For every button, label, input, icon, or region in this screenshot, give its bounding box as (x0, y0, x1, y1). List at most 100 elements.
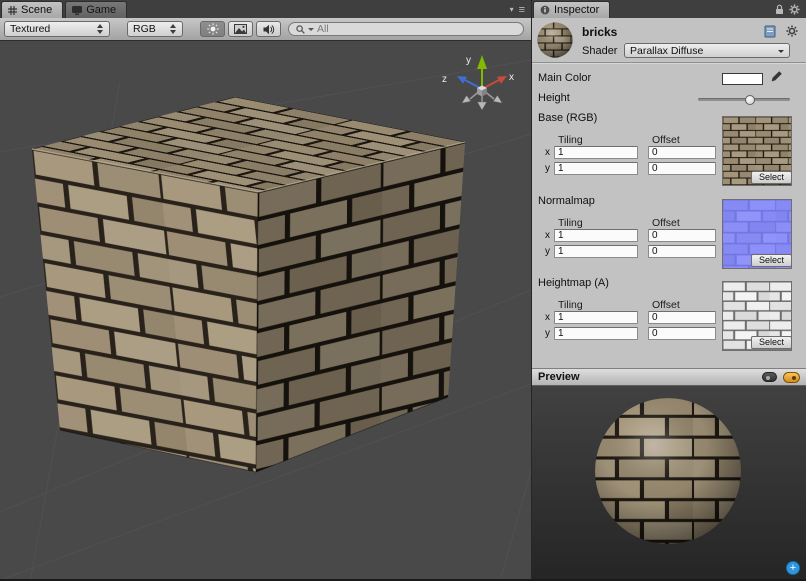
shader-label: Shader (582, 45, 617, 57)
pane-dropdown-icon[interactable]: ▾ (510, 6, 514, 14)
shader-dropdown[interactable]: Parallax Diffuse (624, 43, 790, 58)
main-color-swatch[interactable] (722, 73, 763, 85)
tab-inspector[interactable]: Inspector (533, 1, 610, 18)
map-section-normalmap: Normalmap Tiling Offset x y Select (532, 195, 806, 275)
axis-label: x (545, 230, 550, 241)
help-book-icon[interactable] (764, 25, 776, 38)
gizmo-y-label: y (466, 55, 471, 66)
tab-scene[interactable]: Scene (1, 1, 63, 18)
pane-menu-icon[interactable]: ≡ (519, 5, 525, 15)
height-slider-thumb[interactable] (745, 95, 755, 105)
gizmo-neg-axis-cone[interactable] (478, 102, 487, 110)
tab-scene-label: Scene (21, 4, 52, 16)
tab-game-label: Game (86, 4, 116, 16)
tab-game[interactable]: Game (65, 1, 127, 18)
main-color-label: Main Color (538, 72, 591, 84)
offset-header: Offset (652, 299, 680, 311)
heightmap-select-button[interactable]: Select (751, 336, 792, 349)
search-value: All (317, 23, 329, 35)
gear-icon[interactable] (789, 4, 800, 15)
offset-y-input[interactable] (648, 245, 716, 258)
height-label: Height (538, 92, 570, 104)
map-section-heightmap: Heightmap (A) Tiling Offset x y Select (532, 277, 806, 357)
tiling-y-input[interactable] (554, 327, 638, 340)
map-section-base: Base (RGB) Tiling Offset x y Select (532, 112, 806, 192)
brick-cube[interactable] (15, 93, 484, 495)
offset-x-input[interactable] (648, 229, 716, 242)
offset-x-input[interactable] (648, 311, 716, 324)
scene-fx-toggle[interactable] (228, 21, 253, 37)
offset-header: Offset (652, 217, 680, 229)
tiling-header: Tiling (558, 134, 583, 146)
material-name: bricks (582, 25, 617, 39)
height-slider[interactable] (698, 98, 790, 101)
scene-audio-toggle[interactable] (256, 21, 281, 37)
lock-icon[interactable] (775, 4, 784, 15)
tiling-header: Tiling (558, 217, 583, 229)
preview-header: Preview (532, 368, 806, 386)
shader-value: Parallax Diffuse (630, 45, 703, 57)
scene-toolbar: Textured RGB (0, 18, 531, 41)
preview-light-toggle[interactable] (783, 372, 800, 383)
axis-label: x (545, 312, 550, 323)
map-section-label: Base (RGB) (538, 112, 597, 124)
normalmap-select-button[interactable]: Select (751, 254, 792, 267)
scene-viewport[interactable]: y x z (0, 42, 531, 581)
tiling-x-input[interactable] (554, 229, 638, 242)
axis-label: y (545, 163, 550, 174)
base-select-button[interactable]: Select (751, 171, 792, 184)
scene-tabstrip: Scene Game ▾ ≡ (0, 0, 531, 18)
preview-title: Preview (538, 371, 580, 383)
game-icon (72, 6, 82, 15)
search-icon (296, 25, 305, 34)
color-mode-value: RGB (133, 23, 156, 35)
scene-search-field[interactable]: All (288, 22, 524, 36)
info-icon (540, 5, 550, 15)
tiling-header: Tiling (558, 299, 583, 311)
tab-inspector-label: Inspector (554, 4, 599, 16)
popup-arrows-icon (170, 24, 177, 34)
speaker-icon (263, 24, 275, 35)
tiling-y-input[interactable] (554, 245, 638, 258)
tiling-x-input[interactable] (554, 311, 638, 324)
scene-lighting-toggle[interactable] (200, 21, 225, 37)
offset-header: Offset (652, 134, 680, 146)
offset-y-input[interactable] (648, 327, 716, 340)
gizmo-x-label: x (509, 72, 514, 83)
chevron-down-icon (778, 50, 784, 56)
inspector-tabstrip: Inspector (532, 0, 806, 18)
tiling-y-input[interactable] (554, 162, 638, 175)
search-filter-arrow-icon (308, 28, 314, 34)
color-mode-dropdown[interactable]: RGB (127, 21, 183, 37)
grid-icon (8, 6, 17, 15)
image-icon (234, 24, 247, 34)
scene-gizmo[interactable]: y x z (442, 55, 514, 110)
gear-icon[interactable] (786, 25, 798, 37)
offset-y-input[interactable] (648, 162, 716, 175)
gizmo-y-cone[interactable] (477, 55, 487, 69)
axis-label: x (545, 147, 550, 158)
gizmo-neg-axis-cone[interactable] (462, 96, 471, 104)
preview-dark-toggle[interactable] (762, 372, 777, 382)
scene-pane: Scene Game ▾ ≡ Textured RGB (0, 0, 531, 581)
preview-sphere (593, 396, 743, 546)
inspector-pane: Inspector (532, 0, 806, 581)
map-section-label: Normalmap (538, 195, 595, 207)
draw-mode-value: Textured (10, 23, 50, 35)
eyedropper-icon[interactable] (769, 70, 783, 84)
map-section-label: Heightmap (A) (538, 277, 609, 289)
draw-mode-dropdown[interactable]: Textured (4, 21, 110, 37)
unity-editor-window: Scene Game ▾ ≡ Textured RGB (0, 0, 806, 581)
preview-area[interactable]: + (532, 386, 806, 581)
material-header: bricks Shader Parallax Diffuse (532, 18, 806, 63)
material-preview-sphere (537, 22, 573, 58)
axis-label: y (545, 246, 550, 257)
popup-arrows-icon (97, 24, 104, 34)
preview-add-button[interactable]: + (786, 561, 800, 575)
gizmo-neg-axis-cone[interactable] (493, 96, 502, 104)
sun-icon (207, 23, 219, 35)
gizmo-z-label: z (442, 74, 447, 85)
tiling-x-input[interactable] (554, 146, 638, 159)
offset-x-input[interactable] (648, 146, 716, 159)
axis-label: y (545, 328, 550, 339)
